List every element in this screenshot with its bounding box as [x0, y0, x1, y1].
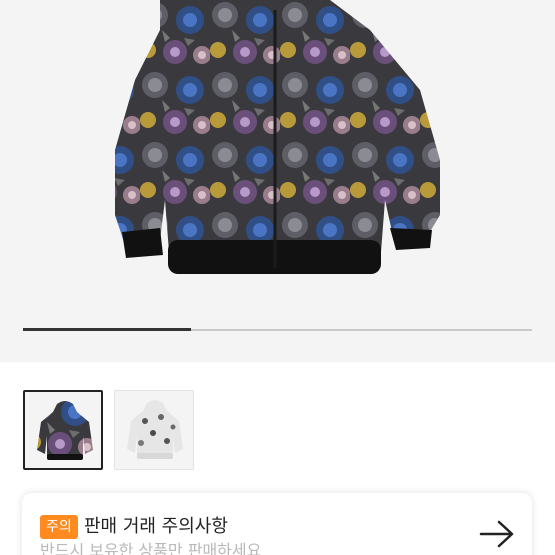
product-image [115, 0, 440, 274]
slide-progress-track [23, 328, 532, 331]
thumbnail-strip [0, 362, 555, 477]
product-image-gallery[interactable] [0, 0, 555, 362]
sale-notice-banner[interactable]: 주의 판매 거래 주의사항 반드시 보유한 상품만 판매하세요 [22, 493, 532, 555]
thumbnail-image [127, 400, 183, 459]
warning-badge: 주의 [40, 515, 78, 539]
notice-subtitle: 반드시 보유한 상품만 판매하세요 [40, 541, 262, 555]
arrow-right-icon[interactable] [477, 519, 517, 549]
thumbnail-image [37, 401, 93, 460]
slide-progress-indicator [23, 328, 191, 331]
thumbnail-black-hoodie[interactable] [23, 390, 103, 470]
notice-title: 판매 거래 주의사항 [84, 516, 228, 537]
thumbnail-white-hoodie[interactable] [114, 390, 194, 470]
